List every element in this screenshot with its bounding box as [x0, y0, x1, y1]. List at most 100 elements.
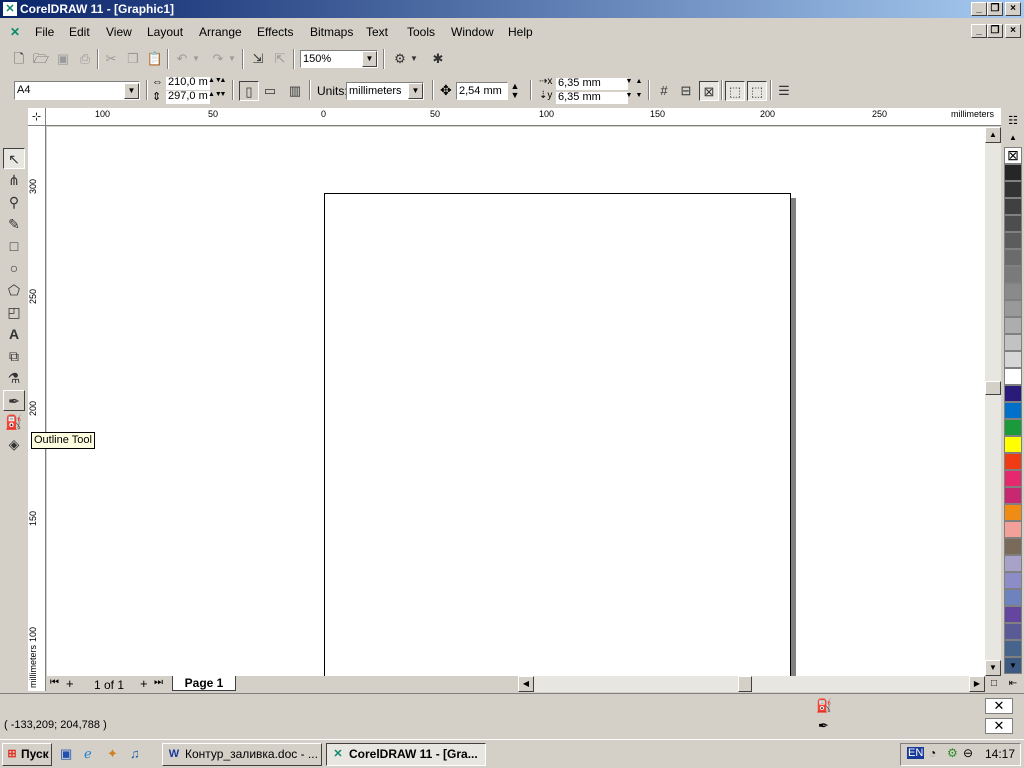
interactive-fill-tool-icon[interactable]: ◈ — [3, 434, 25, 455]
color-swatch[interactable] — [1004, 249, 1022, 266]
duplicate-x-spinner-up[interactable]: ▲ — [634, 78, 644, 86]
paper-size-dropdown-button[interactable]: ▼ — [124, 83, 139, 99]
zoom-tool-icon[interactable]: ⚲ — [3, 192, 25, 213]
import-icon[interactable]: ⇲ — [248, 49, 268, 69]
palette-expand-icon[interactable]: ⇤ — [1004, 676, 1022, 692]
doc-close-button[interactable]: × — [1005, 24, 1021, 38]
coreldraw-app-icon[interactable]: ✕ — [3, 2, 17, 16]
task-word-document[interactable]: W Контур_заливка.doc - ... — [162, 743, 322, 766]
palette-scroll-down-icon[interactable]: ▼ — [1004, 659, 1022, 673]
scroll-right-button[interactable]: ▶ — [969, 676, 985, 692]
paper-width-spinner-up[interactable]: ▲ — [218, 77, 228, 85]
menu-bitmaps[interactable]: Bitmaps — [310, 25, 353, 39]
paper-height-field[interactable]: 297,0 m — [166, 91, 210, 104]
document-icon[interactable]: ✕ — [8, 25, 22, 39]
horizontal-scrollbar[interactable]: ◀ ▶ — [518, 676, 985, 692]
color-swatch[interactable] — [1004, 334, 1022, 351]
cut-icon[interactable]: ✂ — [101, 49, 121, 69]
fill-none-swatch[interactable]: ✕ — [985, 698, 1013, 714]
color-swatch[interactable] — [1004, 266, 1022, 283]
snap-to-objects-icon[interactable]: ⊠ — [699, 81, 719, 101]
snap-to-guidelines-icon[interactable]: ⊟ — [676, 81, 696, 101]
snap-to-grid-icon[interactable]: # — [654, 81, 674, 101]
scroll-up-button[interactable]: ▲ — [985, 127, 1001, 143]
duplicate-y-spinner-down[interactable]: ▼ — [634, 92, 644, 100]
doc-minimize-button[interactable]: _ — [971, 24, 987, 38]
tray-volume-icon[interactable]: ⊖ — [963, 746, 973, 760]
language-indicator[interactable]: EN — [907, 747, 925, 759]
add-page-after-icon[interactable]: + — [140, 676, 148, 691]
copy-icon[interactable]: ❐ — [123, 49, 143, 69]
ruler-origin-icon[interactable]: ⊹ — [28, 108, 46, 126]
paper-height-spinner[interactable]: ▲▼ — [208, 91, 222, 99]
outline-status-icon[interactable]: ✒ — [818, 718, 829, 734]
undo-icon[interactable]: ↶ — [172, 49, 192, 69]
color-swatch[interactable] — [1004, 402, 1022, 419]
restore-button[interactable]: ❐ — [987, 2, 1003, 16]
color-swatch[interactable] — [1004, 521, 1022, 538]
color-swatch[interactable] — [1004, 538, 1022, 555]
color-swatch[interactable] — [1004, 385, 1022, 402]
basic-shapes-tool-icon[interactable]: ◰ — [3, 302, 25, 323]
launcher-dropdown-icon[interactable]: ▼ — [408, 49, 420, 69]
shape-tool-icon[interactable]: ⋔ — [3, 170, 25, 191]
menu-file[interactable]: File — [35, 25, 54, 39]
new-icon[interactable]: 🗋 — [9, 49, 29, 69]
print-icon[interactable]: ⎙ — [75, 49, 95, 69]
corel-online-icon[interactable]: ✱ — [428, 49, 448, 69]
add-page-before-icon[interactable]: + — [66, 676, 74, 691]
outline-none-swatch[interactable]: ✕ — [985, 718, 1013, 734]
nudge-distance-field[interactable]: 2,54 mm — [456, 82, 508, 100]
color-swatch[interactable] — [1004, 606, 1022, 623]
internet-explorer-icon[interactable]: ℯ — [84, 746, 92, 762]
media-player-icon[interactable]: ♫ — [130, 746, 140, 761]
palette-options-icon[interactable]: ☷ — [1004, 112, 1022, 130]
desktop-icon[interactable]: ▣ — [60, 746, 72, 762]
no-fill-swatch[interactable]: ⊠ — [1004, 147, 1022, 164]
duplicate-x-field[interactable]: 6,35 mm — [556, 78, 628, 90]
color-swatch[interactable] — [1004, 436, 1022, 453]
page-tab[interactable]: Page 1 — [172, 676, 236, 691]
color-swatch[interactable] — [1004, 215, 1022, 232]
redo-dropdown-icon[interactable]: ▼ — [226, 49, 238, 69]
fill-status-icon[interactable]: ⛽ — [816, 698, 832, 714]
menu-view[interactable]: View — [106, 25, 132, 39]
duplicate-y-field[interactable]: 6,35 mm — [556, 92, 628, 104]
outline-tool-icon[interactable]: ✒ — [3, 390, 25, 411]
treat-as-filled-icon[interactable]: ⬚ — [725, 81, 745, 101]
interactive-blend-tool-icon[interactable]: ⧉ — [3, 346, 25, 367]
scroll-left-button[interactable]: ◀ — [518, 676, 534, 692]
menu-edit[interactable]: Edit — [69, 25, 90, 39]
last-page-icon[interactable]: ⏭ — [154, 677, 163, 688]
menu-help[interactable]: Help — [508, 25, 533, 39]
eyedropper-tool-icon[interactable]: ⚗ — [3, 368, 25, 389]
first-page-icon[interactable]: ⏮ — [50, 677, 59, 688]
color-swatch[interactable] — [1004, 351, 1022, 368]
menu-text[interactable]: Text — [366, 25, 388, 39]
menu-layout[interactable]: Layout — [147, 25, 183, 39]
paper-height-spinner-down[interactable]: ▼ — [218, 91, 228, 99]
menu-tools[interactable]: Tools — [407, 25, 435, 39]
tray-network-icon[interactable]: ⚙ — [947, 746, 958, 760]
ellipse-tool-icon[interactable]: ○ — [3, 258, 25, 279]
quicklaunch-app-icon[interactable]: ✦ — [107, 746, 118, 762]
vertical-ruler[interactable]: 300 250 200 150 100 millimeters — [28, 126, 46, 691]
color-swatch[interactable] — [1004, 555, 1022, 572]
rectangle-tool-icon[interactable]: □ — [3, 236, 25, 257]
horizontal-scroll-thumb[interactable] — [738, 676, 752, 692]
close-button[interactable]: × — [1005, 2, 1021, 16]
paste-icon[interactable]: 📋 — [145, 49, 165, 69]
menu-effects[interactable]: Effects — [257, 25, 293, 39]
scroll-down-button[interactable]: ▼ — [985, 660, 1001, 676]
page-border[interactable] — [324, 193, 791, 676]
minimize-button[interactable]: _ — [971, 2, 987, 16]
color-swatch[interactable] — [1004, 589, 1022, 606]
color-swatch[interactable] — [1004, 198, 1022, 215]
color-swatch[interactable] — [1004, 487, 1022, 504]
draw-with-tool-icon[interactable]: ⬚ — [747, 81, 767, 101]
color-swatch[interactable] — [1004, 504, 1022, 521]
nudge-spinner[interactable]: ▲ ▼ — [510, 82, 520, 100]
color-swatch[interactable] — [1004, 300, 1022, 317]
paper-size-select[interactable]: A4 — [14, 81, 140, 100]
undo-dropdown-icon[interactable]: ▼ — [190, 49, 202, 69]
